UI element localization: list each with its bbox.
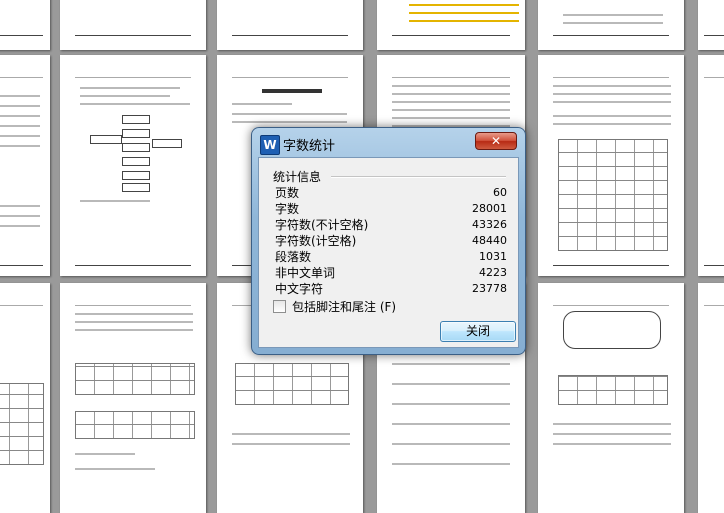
close-button[interactable]: 关闭 [440, 321, 516, 342]
stat-label: 字数 [275, 202, 300, 216]
stat-value: 60 [493, 186, 507, 199]
stat-label: 页数 [275, 186, 300, 200]
document-page-thumbnail[interactable] [60, 283, 206, 513]
stat-label: 非中文单词 [275, 266, 336, 280]
include-footnotes-label[interactable]: 包括脚注和尾注 (F) [292, 298, 396, 315]
document-page-thumbnail[interactable] [60, 0, 206, 50]
stat-value: 48440 [472, 234, 507, 247]
stat-value: 23778 [472, 282, 507, 295]
stat-row-chinese-chars: 中文字符 23778 [275, 281, 507, 297]
stat-value: 1031 [479, 250, 507, 263]
document-page-thumbnail[interactable] [698, 283, 724, 513]
document-page-thumbnail[interactable] [60, 55, 206, 276]
stat-label: 中文字符 [275, 282, 324, 296]
include-footnotes-checkbox[interactable] [273, 300, 286, 313]
document-page-thumbnail[interactable] [698, 0, 724, 50]
dialog-titlebar[interactable]: W 字数统计 ✕ [252, 128, 525, 156]
stat-row-pages: 页数 60 [275, 185, 507, 201]
include-footnotes-option[interactable]: 包括脚注和尾注 (F) [273, 298, 396, 315]
document-page-thumbnail[interactable] [538, 0, 684, 50]
stat-value: 43326 [472, 218, 507, 231]
document-page-thumbnail[interactable] [538, 55, 684, 276]
stat-row-chars-with-spaces: 字符数(计空格) 48440 [275, 233, 507, 249]
stat-value: 28001 [472, 202, 507, 215]
stat-row-words: 字数 28001 [275, 201, 507, 217]
document-page-thumbnail[interactable] [377, 0, 525, 50]
document-page-thumbnail[interactable] [0, 0, 50, 50]
stat-label: 段落数 [275, 250, 312, 264]
document-page-thumbnail[interactable] [538, 283, 684, 513]
stat-row-chars-no-spaces: 字符数(不计空格) 43326 [275, 217, 507, 233]
stat-label: 字符数(不计空格) [275, 218, 369, 232]
stat-label: 字符数(计空格) [275, 234, 357, 248]
close-icon[interactable]: ✕ [475, 132, 517, 150]
section-divider [331, 176, 506, 178]
wps-writer-icon: W [260, 135, 280, 155]
stats-list: 页数 60 字数 28001 字符数(不计空格) 43326 字符数(计空格) … [275, 185, 507, 297]
document-page-thumbnail[interactable] [698, 55, 724, 276]
document-page-thumbnail[interactable] [0, 55, 50, 276]
word-count-dialog: W 字数统计 ✕ 统计信息 页数 60 字数 28001 字符数(不计空格) 4… [251, 127, 526, 355]
stat-row-non-chinese-words: 非中文单词 4223 [275, 265, 507, 281]
document-page-thumbnail[interactable] [0, 283, 50, 513]
dialog-title: 字数统计 [283, 139, 336, 154]
stat-row-paragraphs: 段落数 1031 [275, 249, 507, 265]
section-title: 统计信息 [273, 170, 322, 184]
dialog-body: 统计信息 页数 60 字数 28001 字符数(不计空格) 43326 字符数(… [258, 157, 519, 348]
document-page-thumbnail[interactable] [217, 0, 363, 50]
stat-value: 4223 [479, 266, 507, 279]
